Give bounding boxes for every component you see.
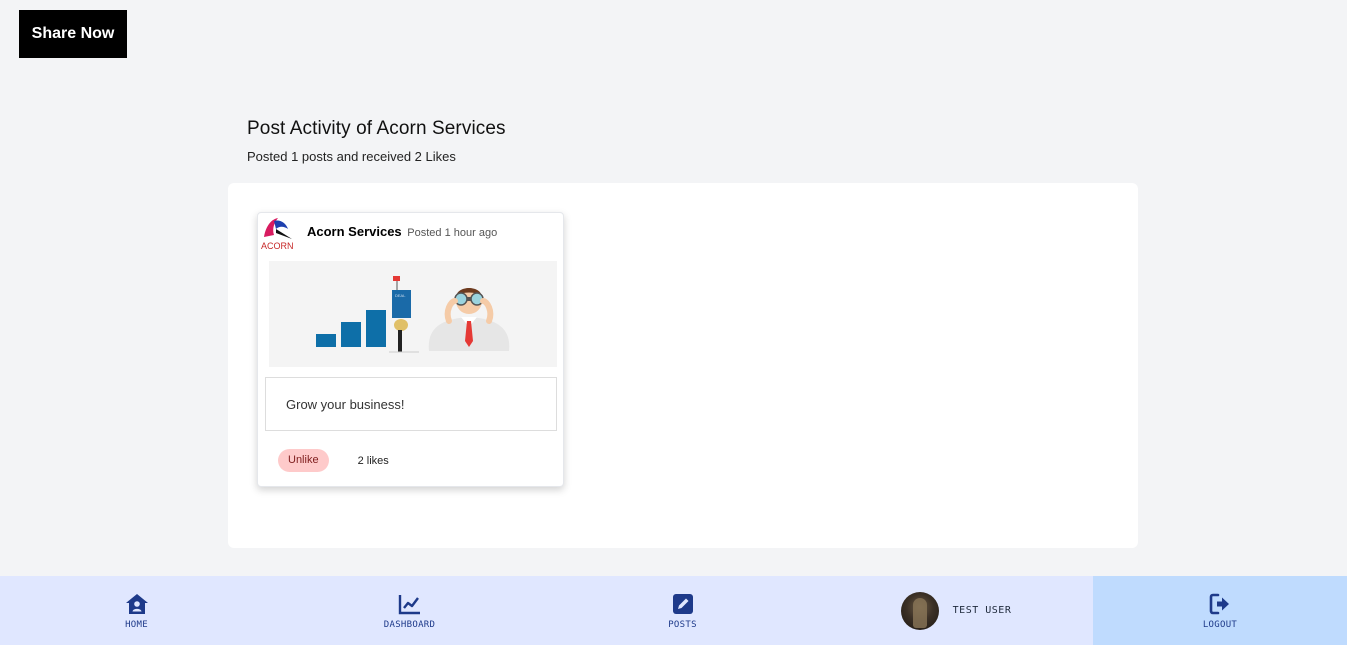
page-title: Post Activity of Acorn Services bbox=[247, 118, 506, 139]
nav-label-home: HOME bbox=[125, 619, 148, 630]
nav-item-dashboard[interactable]: DASHBOARD bbox=[273, 576, 546, 645]
business-growth-illustration: DEAL bbox=[316, 276, 510, 353]
nav-label-posts: POSTS bbox=[668, 619, 697, 630]
author-name[interactable]: Acorn Services bbox=[307, 224, 402, 239]
activity-summary: Posted 1 posts and received 2 Likes bbox=[247, 149, 456, 164]
posts-panel: ACORN Acorn Services Posted 1 hour ago D… bbox=[228, 183, 1138, 548]
unlike-button[interactable]: Unlike bbox=[278, 449, 329, 472]
post-header: ACORN Acorn Services Posted 1 hour ago bbox=[258, 213, 563, 253]
user-name: TEST USER bbox=[952, 605, 1012, 616]
nav-item-logout[interactable]: LOGOUT bbox=[1093, 576, 1347, 645]
post-card: ACORN Acorn Services Posted 1 hour ago D… bbox=[257, 212, 564, 487]
bottom-navigation: HOME DASHBOARD POSTS TEST USER LOGOUT bbox=[0, 576, 1347, 645]
acorn-logo-icon: ACORN bbox=[261, 218, 294, 251]
logo-text: ACORN bbox=[261, 241, 294, 251]
deal-text: DEAL bbox=[395, 293, 406, 298]
edit-square-icon bbox=[672, 593, 693, 614]
nav-label-logout: LOGOUT bbox=[1202, 619, 1238, 630]
share-now-logo-button[interactable]: Share Now bbox=[19, 10, 127, 58]
nav-item-posts[interactable]: POSTS bbox=[546, 576, 819, 645]
post-timestamp: Posted 1 hour ago bbox=[407, 227, 498, 239]
nav-item-home[interactable]: HOME bbox=[0, 576, 273, 645]
line-chart-icon bbox=[398, 594, 420, 614]
post-actions: Unlike 2 likes bbox=[278, 449, 389, 472]
nav-label-dashboard: DASHBOARD bbox=[383, 619, 436, 630]
activity-header: Post Activity of Acorn Services Posted 1… bbox=[247, 118, 506, 164]
avatar[interactable] bbox=[900, 591, 939, 630]
nav-item-user[interactable]: TEST USER bbox=[819, 576, 1093, 645]
home-user-icon bbox=[125, 593, 148, 614]
post-author[interactable]: Acorn Services Posted 1 hour ago bbox=[307, 224, 497, 239]
logout-icon bbox=[1209, 593, 1229, 614]
like-count: 2 likes bbox=[357, 454, 389, 467]
post-image: DEAL bbox=[269, 261, 557, 367]
post-caption: Grow your business! bbox=[265, 377, 557, 431]
